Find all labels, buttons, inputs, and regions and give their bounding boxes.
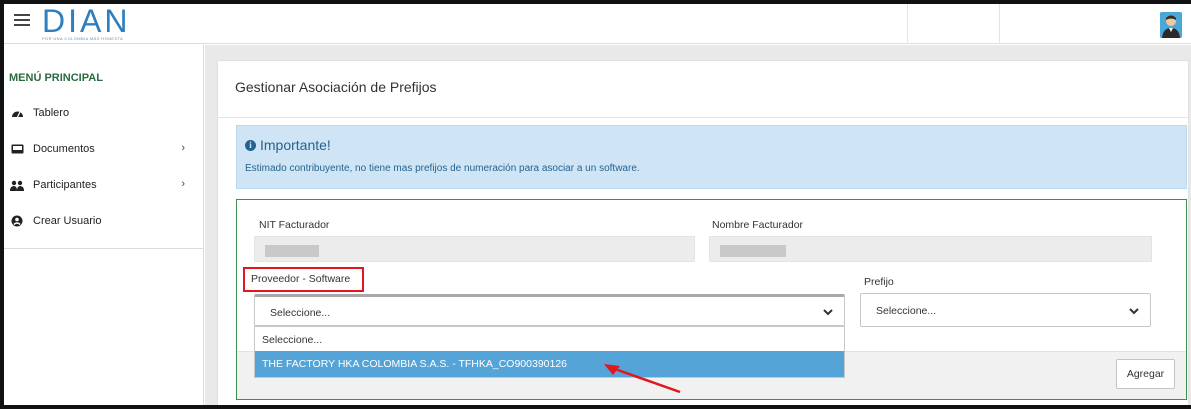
sidebar-divider: [4, 248, 204, 249]
inbox-icon: [9, 142, 25, 156]
redacted-value: [720, 245, 786, 257]
top-bar: DIAN POR UNA COLOMBIA MÁS HONESTA: [4, 4, 1191, 44]
sidebar-title: MENÚ PRINCIPAL: [9, 72, 103, 84]
nombre-facturador-field: [709, 236, 1152, 262]
chevron-down-icon: [822, 306, 834, 318]
alert-heading-text: Importante!: [260, 137, 331, 153]
user-avatar-icon[interactable]: [1160, 12, 1182, 38]
page-title: Gestionar Asociación de Prefijos: [235, 79, 437, 95]
nit-facturador-label: NIT Facturador: [259, 219, 330, 231]
users-icon: [9, 178, 25, 192]
info-alert: i Importante! Estimado contribuyente, no…: [236, 125, 1187, 189]
sidebar-item-participantes[interactable]: Participantes ›: [9, 175, 199, 195]
proveedor-dropdown-list: Seleccione... THE FACTORY HKA COLOMBIA S…: [254, 326, 845, 378]
main-content: Gestionar Asociación de Prefijos i Impor…: [205, 45, 1191, 405]
annotation-arrow-icon: [604, 364, 681, 394]
chevron-right-icon: ›: [181, 178, 185, 190]
user-circle-icon: [9, 214, 25, 228]
sidebar-item-tablero[interactable]: Tablero: [9, 103, 199, 123]
sidebar-item-documentos[interactable]: Documentos ›: [9, 139, 199, 159]
dashboard-icon: [9, 106, 25, 120]
info-icon: i: [245, 139, 256, 151]
chevron-down-icon: [1128, 305, 1140, 317]
association-form: NIT Facturador Nombre Facturador Proveed…: [236, 199, 1187, 400]
select-value: Seleccione...: [876, 305, 937, 317]
redacted-value: [265, 245, 319, 257]
nombre-facturador-label: Nombre Facturador: [712, 219, 804, 231]
title-divider: [218, 117, 1188, 118]
nit-facturador-field: [254, 236, 695, 262]
agregar-button[interactable]: Agregar: [1116, 359, 1175, 389]
proveedor-software-label: Proveedor - Software: [251, 273, 351, 285]
topbar-divider: [999, 4, 1000, 44]
alert-heading: i Importante!: [245, 137, 331, 153]
alert-message: Estimado contribuyente, no tiene mas pre…: [245, 163, 640, 174]
sidebar-item-crear-usuario[interactable]: Crear Usuario: [9, 211, 199, 231]
select-value: Seleccione...: [270, 307, 331, 319]
proveedor-software-select[interactable]: Seleccione...: [254, 294, 845, 326]
content-panel: Gestionar Asociación de Prefijos i Impor…: [217, 60, 1189, 405]
prefijo-label: Prefijo: [864, 276, 894, 288]
logo-tagline: POR UNA COLOMBIA MÁS HONESTA: [42, 36, 124, 41]
sidebar-item-label: Documentos: [33, 143, 95, 155]
sidebar-item-label: Participantes: [33, 179, 97, 191]
logo-text: DIAN: [42, 3, 131, 39]
dian-logo[interactable]: DIAN POR UNA COLOMBIA MÁS HONESTA: [42, 3, 154, 43]
dropdown-option-selected[interactable]: THE FACTORY HKA COLOMBIA S.A.S. - TFHKA_…: [255, 351, 844, 377]
sidebar-item-label: Crear Usuario: [33, 215, 102, 227]
sidebar: MENÚ PRINCIPAL Tablero Documentos › Part…: [4, 45, 204, 405]
prefijo-select[interactable]: Seleccione...: [860, 293, 1151, 327]
sidebar-item-label: Tablero: [33, 107, 70, 119]
hamburger-menu-icon[interactable]: [14, 14, 30, 28]
dropdown-option[interactable]: Seleccione...: [255, 328, 844, 352]
topbar-divider: [907, 4, 908, 44]
chevron-right-icon: ›: [181, 142, 185, 154]
app-frame: DIAN POR UNA COLOMBIA MÁS HONESTA MENÚ P…: [0, 0, 1191, 409]
